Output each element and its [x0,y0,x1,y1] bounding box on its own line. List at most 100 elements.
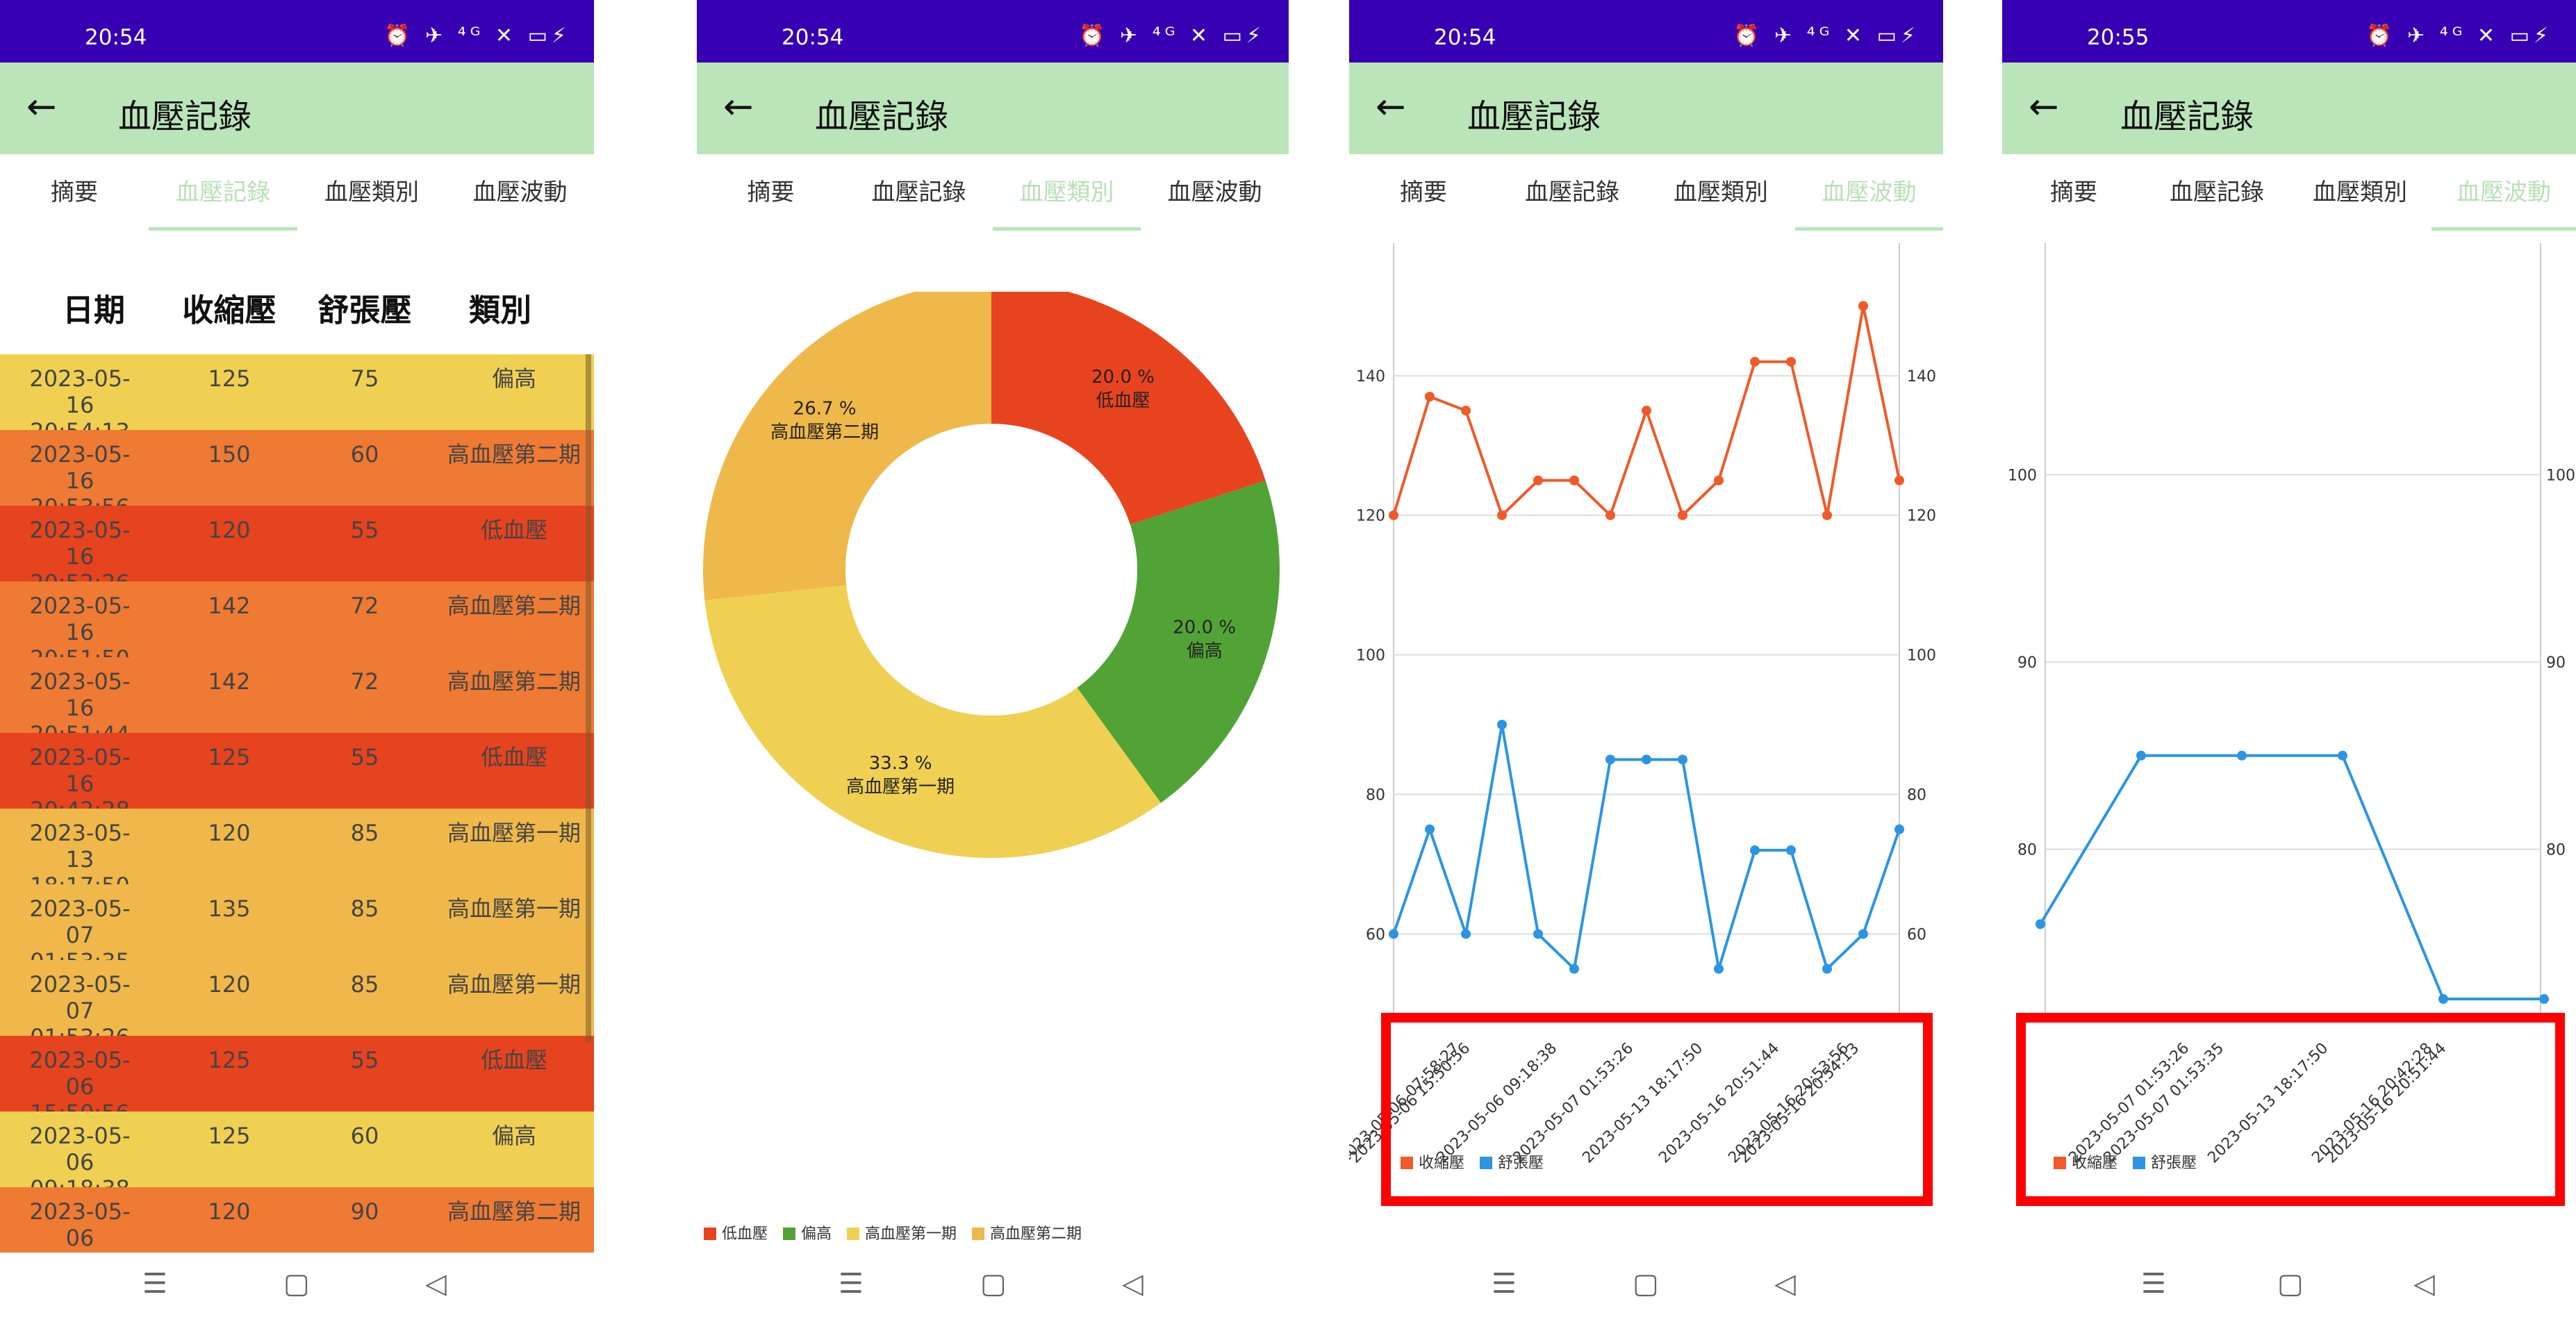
status-icons: ⏰ ✈ ⁴ᴳ ✕ ▭⚡ [384,24,570,48]
data-point [2036,919,2045,929]
back-icon[interactable]: ◁ [1774,1268,1796,1300]
tab-fluctuation[interactable]: 血壓波動 [2431,154,2576,231]
data-point [1642,406,1651,416]
back-arrow-icon[interactable]: ← [26,86,57,128]
tab-indicator [1795,227,1943,231]
slice-percent-label: 20.0 % [1091,367,1155,388]
scrollbar[interactable] [586,354,591,1042]
cell-category: 偏高 [491,365,536,392]
category-donut-chart[interactable]: 20.0 %低血壓20.0 %偏高33.3 %高血壓第一期26.7 %高血壓第二… [697,292,1289,1125]
home-icon[interactable]: ▢ [2277,1268,2304,1300]
y-tick-label-left: 100 [1356,647,1385,665]
tab-category[interactable]: 血壓類別 [993,154,1141,231]
tab-summary[interactable]: 摘要 [697,154,845,231]
table-row[interactable]: 2023-05-0615:50:5612555低血壓 [0,1036,594,1126]
tab-category[interactable]: 血壓類別 [297,154,446,231]
series-line [2039,754,2544,1001]
data-point [1714,475,1724,486]
data-point [1678,510,1687,520]
records-table[interactable]: 2023-05-1620:54:1312575偏高2023-05-1620:53… [0,354,594,1278]
tab-fluctuation[interactable]: 血壓波動 [1141,154,1289,231]
tab-bar: 摘要 血壓記錄 血壓類別 血壓波動 [1349,154,1943,231]
legend-label: 收縮壓 [1419,1155,1465,1172]
tab-records[interactable]: 血壓記錄 [1498,154,1646,231]
back-arrow-icon[interactable]: ← [723,86,754,128]
table-header: 日期 收縮壓 舒張壓 類別 [0,264,594,347]
y-tick-label-left: 60 [1366,926,1385,943]
y-tick-label-left: 80 [1366,787,1385,804]
table-row[interactable]: 2023-05-1620:51:5014272高血壓第二期 [0,581,594,672]
data-point [1497,720,1507,730]
data-point [1533,475,1543,486]
legend-swatch [2054,1157,2066,1169]
data-point [1389,510,1398,520]
cell-systolic: 125 [208,365,251,392]
data-point [1894,824,1904,834]
legend-label: 高血壓第二期 [990,1225,1082,1243]
legend-item: 低血壓 [704,1221,768,1243]
cell-date: 2023-05-16 [29,593,131,645]
tab-bar: 摘要 血壓記錄 血壓類別 血壓波動 [697,154,1289,231]
y-tick-label-left: 100 [2008,467,2037,484]
tab-fluctuation[interactable]: 血壓波動 [1795,154,1943,231]
home-icon[interactable]: ▢ [1633,1268,1659,1300]
tab-summary[interactable]: 摘要 [0,154,149,231]
table-row[interactable]: 2023-05-0609:18:3812560偏高 [0,1112,594,1202]
y-tick-label-left: 120 [1356,508,1385,525]
data-point [1858,929,1868,939]
data-point [2438,994,2448,1005]
tab-records[interactable]: 血壓記錄 [149,154,297,231]
cell-systolic: 125 [208,1123,251,1149]
tab-category[interactable]: 血壓類別 [2288,154,2431,231]
table-row[interactable]: 2023-05-1620:51:4414272高血壓第二期 [0,657,594,747]
tab-bar: 摘要 血壓記錄 血壓類別 血壓波動 [2002,154,2576,231]
data-point [2237,750,2247,761]
legend-item: 舒張壓 [1480,1150,1544,1173]
legend-label: 舒張壓 [1498,1155,1544,1172]
menu-icon[interactable]: ☰ [142,1268,167,1300]
menu-icon[interactable]: ☰ [2141,1268,2166,1300]
cell-systolic: 125 [208,744,251,770]
back-arrow-icon[interactable]: ← [2029,86,2059,128]
back-icon[interactable]: ◁ [1122,1268,1143,1300]
menu-icon[interactable]: ☰ [839,1268,864,1300]
data-point [1461,406,1471,416]
tab-records[interactable]: 血壓記錄 [845,154,993,231]
home-icon[interactable]: ▢ [283,1268,310,1300]
cell-systolic: 125 [208,1047,251,1073]
legend-swatch [847,1228,860,1240]
cell-date: 2023-05-16 [29,365,131,418]
table-row[interactable]: 2023-05-1620:42:2812555低血壓 [0,733,594,823]
data-point [1425,824,1435,834]
home-icon[interactable]: ▢ [980,1268,1007,1300]
tab-category[interactable]: 血壓類別 [1646,154,1795,231]
table-row[interactable]: 2023-05-1620:52:2612055低血壓 [0,506,594,596]
data-point [1605,510,1615,520]
cell-diastolic: 75 [350,365,379,392]
legend-item: 高血壓第一期 [847,1221,957,1243]
back-icon[interactable]: ◁ [425,1268,447,1300]
table-row[interactable]: 2023-05-0701:53:3513585高血壓第一期 [0,884,594,975]
app-bar: ← 血壓記錄 [1349,63,1943,154]
tab-fluctuation[interactable]: 血壓波動 [446,154,594,231]
y-tick-label-right: 80 [2546,841,2566,859]
menu-icon[interactable]: ☰ [1492,1268,1517,1300]
table-row[interactable]: 2023-05-1620:53:5615060高血壓第二期 [0,430,594,520]
tab-summary[interactable]: 摘要 [2002,154,2145,231]
tab-summary[interactable]: 摘要 [1349,154,1498,231]
table-row[interactable]: 2023-05-1318:17:5012085高血壓第一期 [0,809,594,899]
status-bar: 20:55 ⏰ ✈ ⁴ᴳ ✕ ▭⚡ [2002,0,2576,63]
data-point [1569,475,1579,486]
back-icon[interactable]: ◁ [2413,1268,2435,1300]
cell-category: 高血壓第二期 [447,441,581,468]
tab-records[interactable]: 血壓記錄 [2145,154,2288,231]
y-tick-label-left: 140 [1356,368,1385,386]
back-arrow-icon[interactable]: ← [1376,86,1406,128]
table-row[interactable]: 2023-05-0607:58:2712090高血壓第二期 [0,1187,594,1278]
slice-percent-label: 20.0 % [1173,618,1236,638]
table-row[interactable]: 2023-05-0701:53:2612085高血壓第一期 [0,960,594,1050]
cell-date: 2023-05-16 [29,517,131,570]
y-tick-label-right: 60 [1907,926,1926,943]
cell-diastolic: 55 [350,744,379,770]
table-row[interactable]: 2023-05-1620:54:1312575偏高 [0,354,594,445]
